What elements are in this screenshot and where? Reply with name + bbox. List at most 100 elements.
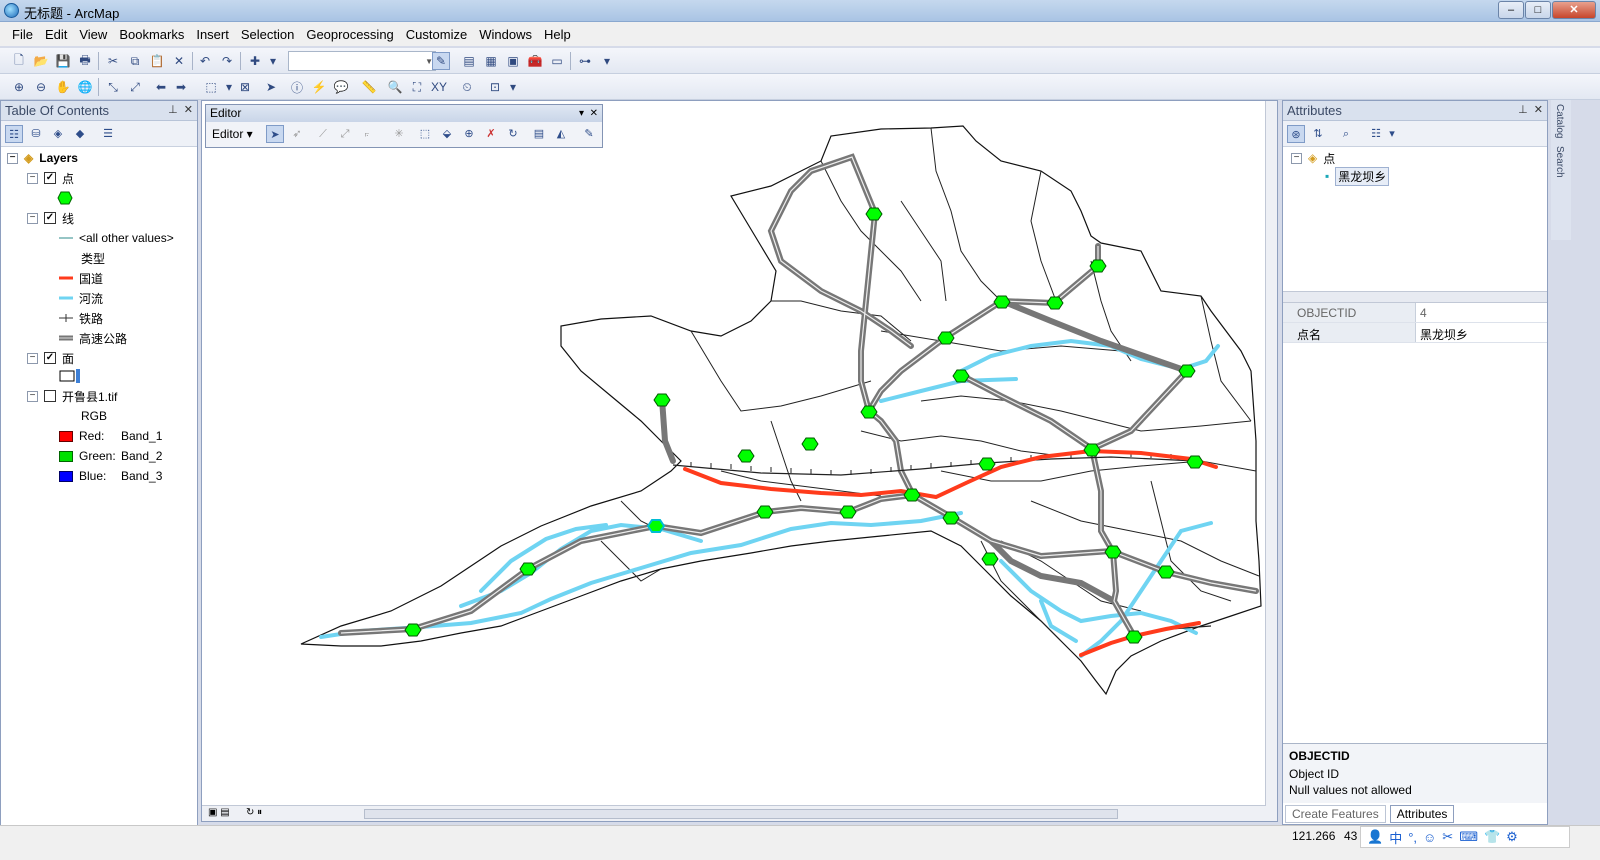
list-by-selection-icon[interactable]: ◆	[71, 125, 89, 143]
legend-river[interactable]: 河流	[59, 289, 103, 307]
tab-attributes[interactable]: Attributes	[1389, 805, 1455, 823]
menu-help[interactable]: Help	[538, 27, 577, 42]
legend-railway[interactable]: 铁路	[59, 309, 103, 327]
band-red[interactable]: Red: Band_1	[59, 427, 162, 445]
python-window-icon[interactable]: ▭	[548, 52, 566, 70]
reshape-icon[interactable]: ⬙	[438, 125, 456, 143]
table-of-contents-icon[interactable]: ▤	[460, 52, 478, 70]
band-blue[interactable]: Blue: Band_3	[59, 467, 162, 485]
layer-raster[interactable]: − 开鲁县1.tif	[27, 387, 117, 405]
undo-icon[interactable]: ↶	[196, 52, 214, 70]
polygon-symbol[interactable]	[59, 367, 81, 385]
go-to-xy-icon[interactable]: XY	[430, 78, 448, 96]
measure-icon[interactable]: 📏	[360, 78, 378, 96]
catalog-window-icon[interactable]: ▦	[482, 52, 500, 70]
find-icon[interactable]: 🔍	[386, 78, 404, 96]
table-row[interactable]: 点名 黑龙坝乡	[1283, 323, 1547, 343]
chevron-down-icon[interactable]: ▾	[579, 108, 584, 119]
menu-bookmarks[interactable]: Bookmarks	[113, 27, 190, 42]
cut-polygons-icon[interactable]: ⊕	[460, 125, 478, 143]
layer-lines[interactable]: − ✓ 线	[27, 209, 74, 227]
collapse-icon[interactable]: −	[27, 172, 38, 184]
legend-guodao[interactable]: 国道	[59, 269, 103, 287]
edit-tool-icon[interactable]: ➤	[266, 125, 284, 143]
chinese-mode-icon[interactable]: 中	[1389, 828, 1402, 847]
collapse-icon[interactable]: −	[1291, 152, 1302, 164]
legend-all-other-values[interactable]: <all other values>	[59, 229, 174, 247]
redo-icon[interactable]: ↷	[218, 52, 236, 70]
menu-edit[interactable]: Edit	[39, 27, 73, 42]
collapse-icon[interactable]: −	[27, 390, 38, 402]
user-icon[interactable]: 👤	[1367, 829, 1383, 845]
full-extent-icon[interactable]: 🌐	[76, 78, 94, 96]
keyboard-icon[interactable]: ⌨	[1459, 829, 1478, 845]
layer-visibility-checkbox[interactable]: ✓	[44, 352, 56, 364]
table-row[interactable]: OBJECTID 4	[1283, 303, 1547, 323]
emoji-icon[interactable]: ☺	[1423, 830, 1436, 845]
menu-view[interactable]: View	[73, 27, 113, 42]
list-by-visibility-icon[interactable]: ◈	[49, 125, 67, 143]
fixed-zoom-in-icon[interactable]: ⤡	[104, 78, 122, 96]
collapse-icon[interactable]: −	[27, 352, 38, 364]
fixed-zoom-out-icon[interactable]: ⤢	[126, 78, 144, 96]
pan-icon[interactable]: ✋	[54, 78, 72, 96]
end-point-arc-icon[interactable]: ⤢	[336, 125, 354, 143]
close-icon[interactable]: ✕	[184, 104, 193, 116]
identify-icon[interactable]: ⓘ	[288, 78, 306, 96]
layer-visibility-checkbox[interactable]: ✓	[44, 212, 56, 224]
map-canvas[interactable]	[202, 101, 1277, 806]
punctuation-icon[interactable]: °,	[1408, 830, 1417, 845]
open-folder-icon[interactable]: 📂	[32, 52, 50, 70]
point-symbol[interactable]	[57, 189, 73, 207]
settings-icon[interactable]: ⚙	[1506, 829, 1518, 845]
cut-icon[interactable]: ✂	[104, 52, 122, 70]
attributes-splitter[interactable]	[1283, 291, 1547, 303]
layers-root[interactable]: − ◈ Layers	[7, 149, 78, 167]
time-slider-icon[interactable]: ⏲	[458, 78, 476, 96]
toolbar-options-icon[interactable]: ▾	[504, 78, 522, 96]
edit-vertices-icon[interactable]: ⬚	[416, 125, 434, 143]
layer-points[interactable]: − ✓ 点	[27, 169, 74, 187]
band-green[interactable]: Green: Band_2	[59, 447, 162, 465]
tab-search[interactable]: Search	[1551, 142, 1568, 182]
pin-icon[interactable]: ⊥	[168, 104, 178, 116]
map-scale-combo[interactable]: ▼	[288, 51, 436, 71]
skin-icon[interactable]: 👕	[1484, 829, 1500, 845]
layer-polygons[interactable]: − ✓ 面	[27, 349, 74, 367]
vertical-scrollbar[interactable]	[1265, 101, 1277, 806]
trace-icon[interactable]: ⟔	[358, 125, 376, 143]
layer-visibility-checkbox[interactable]: ✓	[44, 172, 56, 184]
select-elements-icon[interactable]: ➤	[262, 78, 280, 96]
menu-insert[interactable]: Insert	[190, 27, 235, 42]
toolbar-options-icon[interactable]: ▾	[598, 52, 616, 70]
tree-layer-node[interactable]: − ◈ 点	[1291, 149, 1389, 167]
arctoolbox-icon[interactable]: 🧰	[526, 52, 544, 70]
toc-options-icon[interactable]: ☰	[99, 125, 117, 143]
rotate-icon[interactable]: ↻	[504, 125, 522, 143]
minimize-button[interactable]: –	[1498, 1, 1524, 19]
layer-visibility-checkbox[interactable]	[44, 390, 56, 402]
edit-annotation-icon[interactable]: ➶	[288, 125, 306, 143]
show-selection-icon[interactable]: ⊛	[1287, 125, 1305, 143]
zoom-in-icon[interactable]: ⊕	[10, 78, 28, 96]
close-icon[interactable]: ✕	[1534, 104, 1543, 116]
menu-file[interactable]: File	[6, 27, 39, 42]
editor-menu[interactable]: Editor ▾	[212, 127, 253, 141]
sort-icon[interactable]: ⇅	[1309, 125, 1327, 143]
chevron-down-icon[interactable]: ▾	[1383, 125, 1401, 143]
list-by-source-icon[interactable]: ⛁	[27, 125, 45, 143]
tab-create-features[interactable]: Create Features	[1285, 805, 1386, 823]
menu-selection[interactable]: Selection	[235, 27, 300, 42]
close-button[interactable]: ✕	[1552, 1, 1596, 19]
back-extent-icon[interactable]: ⬅	[152, 78, 170, 96]
point-icon[interactable]: ✳	[390, 125, 408, 143]
add-data-dropdown-icon[interactable]: ▾	[264, 52, 282, 70]
map-scrollbar[interactable]: ▣ ▤ ↻ ⏸	[202, 805, 1277, 821]
delete-icon[interactable]: ✕	[170, 52, 188, 70]
menu-windows[interactable]: Windows	[473, 27, 538, 42]
list-by-drawing-order-icon[interactable]: ☷	[5, 125, 23, 143]
forward-extent-icon[interactable]: ➡	[172, 78, 190, 96]
save-icon[interactable]: 💾	[54, 52, 72, 70]
layout-view-icon[interactable]: ▣ ▤	[208, 807, 230, 818]
menu-geoprocessing[interactable]: Geoprocessing	[300, 27, 399, 42]
